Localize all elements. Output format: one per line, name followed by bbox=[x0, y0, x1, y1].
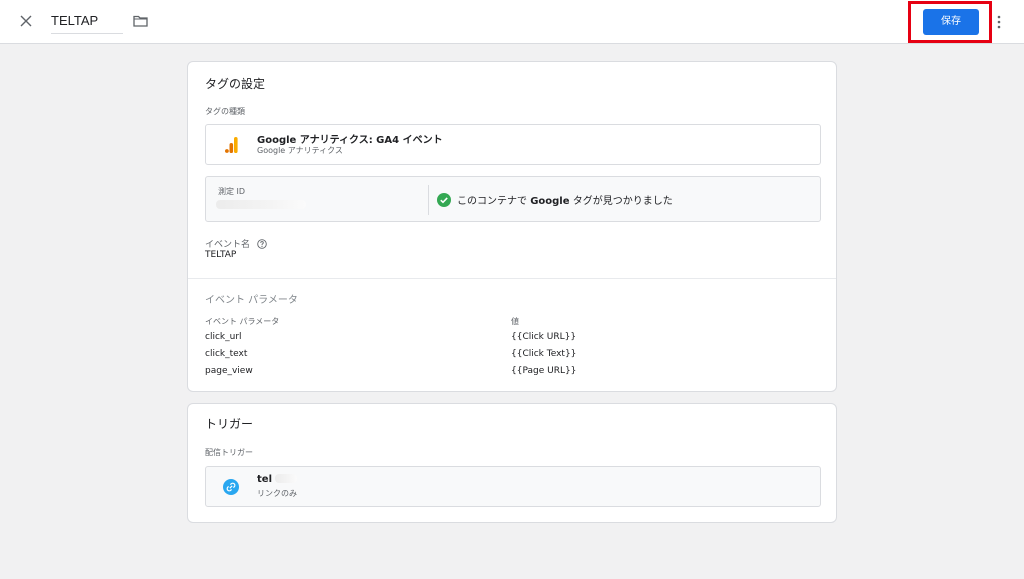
google-analytics-icon bbox=[225, 137, 239, 153]
section-divider bbox=[188, 278, 836, 279]
param-value: {{Page URL}} bbox=[511, 366, 577, 376]
param-name: page_view bbox=[205, 366, 253, 376]
trigger-card[interactable]: トリガー 配信トリガー tel リンクのみ bbox=[187, 403, 837, 523]
trigger-name-blur bbox=[275, 474, 298, 483]
param-value: {{Click Text}} bbox=[511, 349, 577, 359]
trigger-title: トリガー bbox=[205, 417, 254, 431]
tag-name-text: TELTAP bbox=[51, 13, 99, 28]
status-suffix: タグが見つかりました bbox=[569, 196, 673, 207]
link-icon bbox=[223, 479, 239, 495]
trigger-box[interactable]: tel リンクのみ bbox=[205, 466, 821, 507]
tag-settings-card[interactable]: タグの設定 タグの種類 Google アナリティクス: GA4 イベント Goo… bbox=[187, 61, 837, 392]
param-name: click_text bbox=[205, 349, 248, 359]
event-name-label-text: イベント名 bbox=[205, 240, 251, 250]
event-name-value: TELTAP bbox=[205, 250, 237, 260]
status-prefix: このコンテナで bbox=[457, 196, 531, 207]
param-value: {{Click URL}} bbox=[511, 332, 577, 342]
params-header-value: 値 bbox=[511, 317, 519, 326]
trigger-type: リンクのみ bbox=[257, 489, 297, 498]
event-params-section-title: イベント パラメータ bbox=[205, 295, 298, 306]
top-bar: TELTAP 保存 bbox=[0, 0, 1024, 44]
param-name: click_url bbox=[205, 332, 242, 342]
measurement-id-value bbox=[216, 200, 306, 209]
more-vert-icon[interactable] bbox=[993, 12, 1005, 32]
status-bold: Google bbox=[530, 196, 570, 207]
save-button[interactable]: 保存 bbox=[923, 9, 979, 35]
help-icon[interactable] bbox=[257, 239, 267, 252]
check-circle-icon bbox=[437, 192, 451, 207]
tag-type-name: Google アナリティクス: GA4 イベント bbox=[257, 135, 443, 146]
tag-name-input[interactable]: TELTAP bbox=[51, 10, 123, 34]
trigger-name-text: tel bbox=[257, 474, 272, 485]
tag-type-label: タグの種類 bbox=[205, 107, 245, 116]
folder-icon[interactable] bbox=[131, 12, 149, 30]
params-header-name: イベント パラメータ bbox=[205, 317, 280, 326]
measurement-divider bbox=[428, 185, 429, 215]
measurement-status: このコンテナで Google タグが見つかりました bbox=[457, 192, 673, 207]
tag-type-sub: Google アナリティクス bbox=[257, 146, 343, 155]
firing-trigger-label: 配信トリガー bbox=[205, 448, 253, 457]
tag-settings-title: タグの設定 bbox=[205, 77, 266, 91]
measurement-id-box[interactable]: 測定 ID このコンテナで Google タグが見つかりました bbox=[205, 176, 821, 222]
measurement-id-label: 測定 ID bbox=[218, 187, 246, 196]
trigger-name: tel bbox=[257, 474, 298, 485]
close-icon[interactable] bbox=[16, 11, 36, 31]
tag-type-box[interactable]: Google アナリティクス: GA4 イベント Google アナリティクス bbox=[205, 124, 821, 165]
